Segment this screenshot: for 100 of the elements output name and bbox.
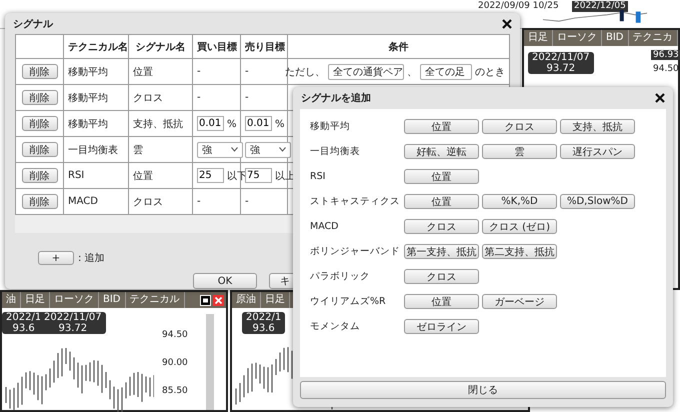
signal-option-button[interactable]: クロス (404, 219, 479, 234)
add-button[interactable]: + (38, 251, 74, 265)
scrollbar[interactable] (206, 314, 214, 410)
target-value: - (197, 92, 201, 104)
chart-tab[interactable]: ローソク (553, 30, 602, 46)
target-value: - (245, 196, 249, 208)
chart-tab[interactable]: 日足 (524, 30, 553, 46)
column-header: 条件 (288, 34, 510, 59)
signal-option-button[interactable]: %D,Slow%D (560, 194, 635, 209)
delete-button[interactable]: 削除 (22, 194, 58, 210)
delete-button[interactable]: 削除 (22, 116, 58, 132)
maximize-icon[interactable] (200, 294, 211, 306)
delete-button[interactable]: 削除 (22, 142, 58, 158)
table-cell: 移動平均 (64, 84, 128, 111)
chart-tab[interactable]: 原油 (232, 292, 261, 308)
signal-option-button[interactable]: %K,%D (482, 194, 557, 209)
price-axis-label: 85.50 (162, 386, 188, 396)
chart-tab[interactable]: 日足 (261, 292, 290, 308)
table-cell: クロス (128, 84, 192, 111)
table-cell: 支持、抵抗 (128, 110, 192, 137)
indicator-label: RSI (310, 171, 326, 182)
signal-option-button[interactable]: ガーベージ (482, 294, 557, 309)
chart-tab[interactable]: ローソク (50, 292, 99, 308)
tooltip-price: 93.6 (11, 323, 36, 334)
signal-option-button[interactable]: ゼロライン (404, 319, 479, 334)
signal-option-button[interactable]: 第二支持、抵抗 (482, 244, 557, 259)
timeline-label: 2022/09/09 10/25 (478, 1, 559, 12)
signal-option-button[interactable]: 位置 (404, 119, 479, 134)
price-axis-label: 94.50 (653, 64, 679, 74)
table-cell: 雲 (128, 136, 192, 163)
table-cell: RSI (64, 162, 128, 189)
indicator-label: ボリンジャーバンド (310, 245, 401, 258)
dialog-title: シグナル (13, 18, 53, 31)
tooltip-date: 2022/1 (6, 312, 42, 323)
indicator-label: ストキャスティクス (310, 195, 401, 208)
indicator-label: MACD (310, 221, 340, 232)
signal-option-button[interactable]: クロス (ゼロ) (482, 219, 557, 234)
signal-option-button[interactable]: 位置 (404, 194, 479, 209)
strength-dropdown[interactable]: 強 (245, 142, 291, 158)
indicator-label: ウイリアムズ%R (310, 295, 387, 308)
column-header: テクニカル名 (64, 34, 128, 59)
chart-tab[interactable]: BID (99, 292, 126, 308)
chevron-icon (231, 147, 238, 152)
chart-tab[interactable]: 油 (2, 292, 21, 308)
strength-dropdown[interactable]: 強 (197, 142, 243, 158)
target-input[interactable]: 75 (245, 168, 272, 184)
column-header: 売り目標 (240, 34, 288, 59)
signal-option-button[interactable]: 位置 (404, 169, 479, 184)
target-input[interactable]: 25 (197, 168, 224, 184)
condition-text: 、 (407, 66, 417, 79)
ok-button[interactable]: OK (193, 273, 257, 289)
table-cell: MACD (64, 188, 128, 215)
chevron-icon (279, 147, 286, 152)
unit-label: % (275, 118, 285, 130)
target-input[interactable]: 0.01 (197, 116, 224, 132)
table-cell: 移動平均 (64, 110, 128, 137)
price-axis-label: 94.50 (162, 330, 188, 340)
target-value: - (197, 66, 201, 78)
tooltip-price: 93.72 (546, 63, 576, 74)
pair-dropdown[interactable]: 全ての通貨ペア (328, 64, 404, 80)
table-cell: 一目均衡表 (64, 136, 128, 163)
target-value: - (197, 196, 201, 208)
price-axis-label: 96.93 (651, 50, 680, 60)
delete-button[interactable]: 削除 (22, 168, 58, 184)
condition-text: ただし、 (285, 66, 325, 79)
target-value: - (245, 92, 249, 104)
signal-option-button[interactable]: クロス (482, 119, 557, 134)
price-axis-label: 90.00 (162, 358, 188, 368)
chart-tab[interactable]: テクニカル (126, 292, 185, 308)
column-header: 買い目標 (192, 34, 240, 59)
target-input[interactable]: 0.01 (245, 116, 272, 132)
tooltip-price: 93.72 (58, 323, 88, 334)
signal-option-button[interactable]: 好転、逆転 (404, 144, 479, 159)
signal-option-button[interactable]: 第一支持、抵抗 (404, 244, 479, 259)
indicator-label: 一目均衡表 (310, 145, 361, 158)
close-icon[interactable] (502, 18, 512, 29)
timeframe-dropdown[interactable]: 全ての足 (420, 64, 472, 80)
tooltip-date: 2022/11/07 (44, 312, 102, 323)
close-icon[interactable] (655, 93, 665, 103)
signal-option-button[interactable]: 位置 (404, 294, 479, 309)
indicator-label: パラボリック (310, 270, 371, 283)
chart-tab[interactable]: BID (602, 30, 629, 46)
signal-option-button[interactable]: クロス (404, 269, 479, 284)
delete-button[interactable]: 削除 (22, 90, 58, 106)
unit-label: % (227, 118, 237, 130)
signal-option-button[interactable]: 雲 (482, 144, 557, 159)
condition-text: のとき (475, 66, 505, 79)
target-value: - (245, 66, 249, 78)
signal-option-button[interactable]: 遅行スパン (560, 144, 635, 159)
tooltip-date: 2022/1 (246, 312, 282, 323)
signal-option-button[interactable]: 支持、抵抗 (560, 119, 635, 134)
tooltip-price: 93.6 (251, 323, 276, 334)
table-cell: 位置 (128, 58, 192, 85)
chart-tab[interactable]: テクニカ (628, 30, 678, 46)
indicator-label: 移動平均 (310, 120, 351, 133)
chart-tab[interactable]: 日足 (21, 292, 50, 308)
delete-button[interactable]: 削除 (22, 64, 58, 80)
close-button[interactable]: 閉じる (300, 381, 666, 399)
timeline-label: 2022/12/05 (572, 1, 628, 12)
indicator-label: モメンタム (310, 320, 361, 333)
